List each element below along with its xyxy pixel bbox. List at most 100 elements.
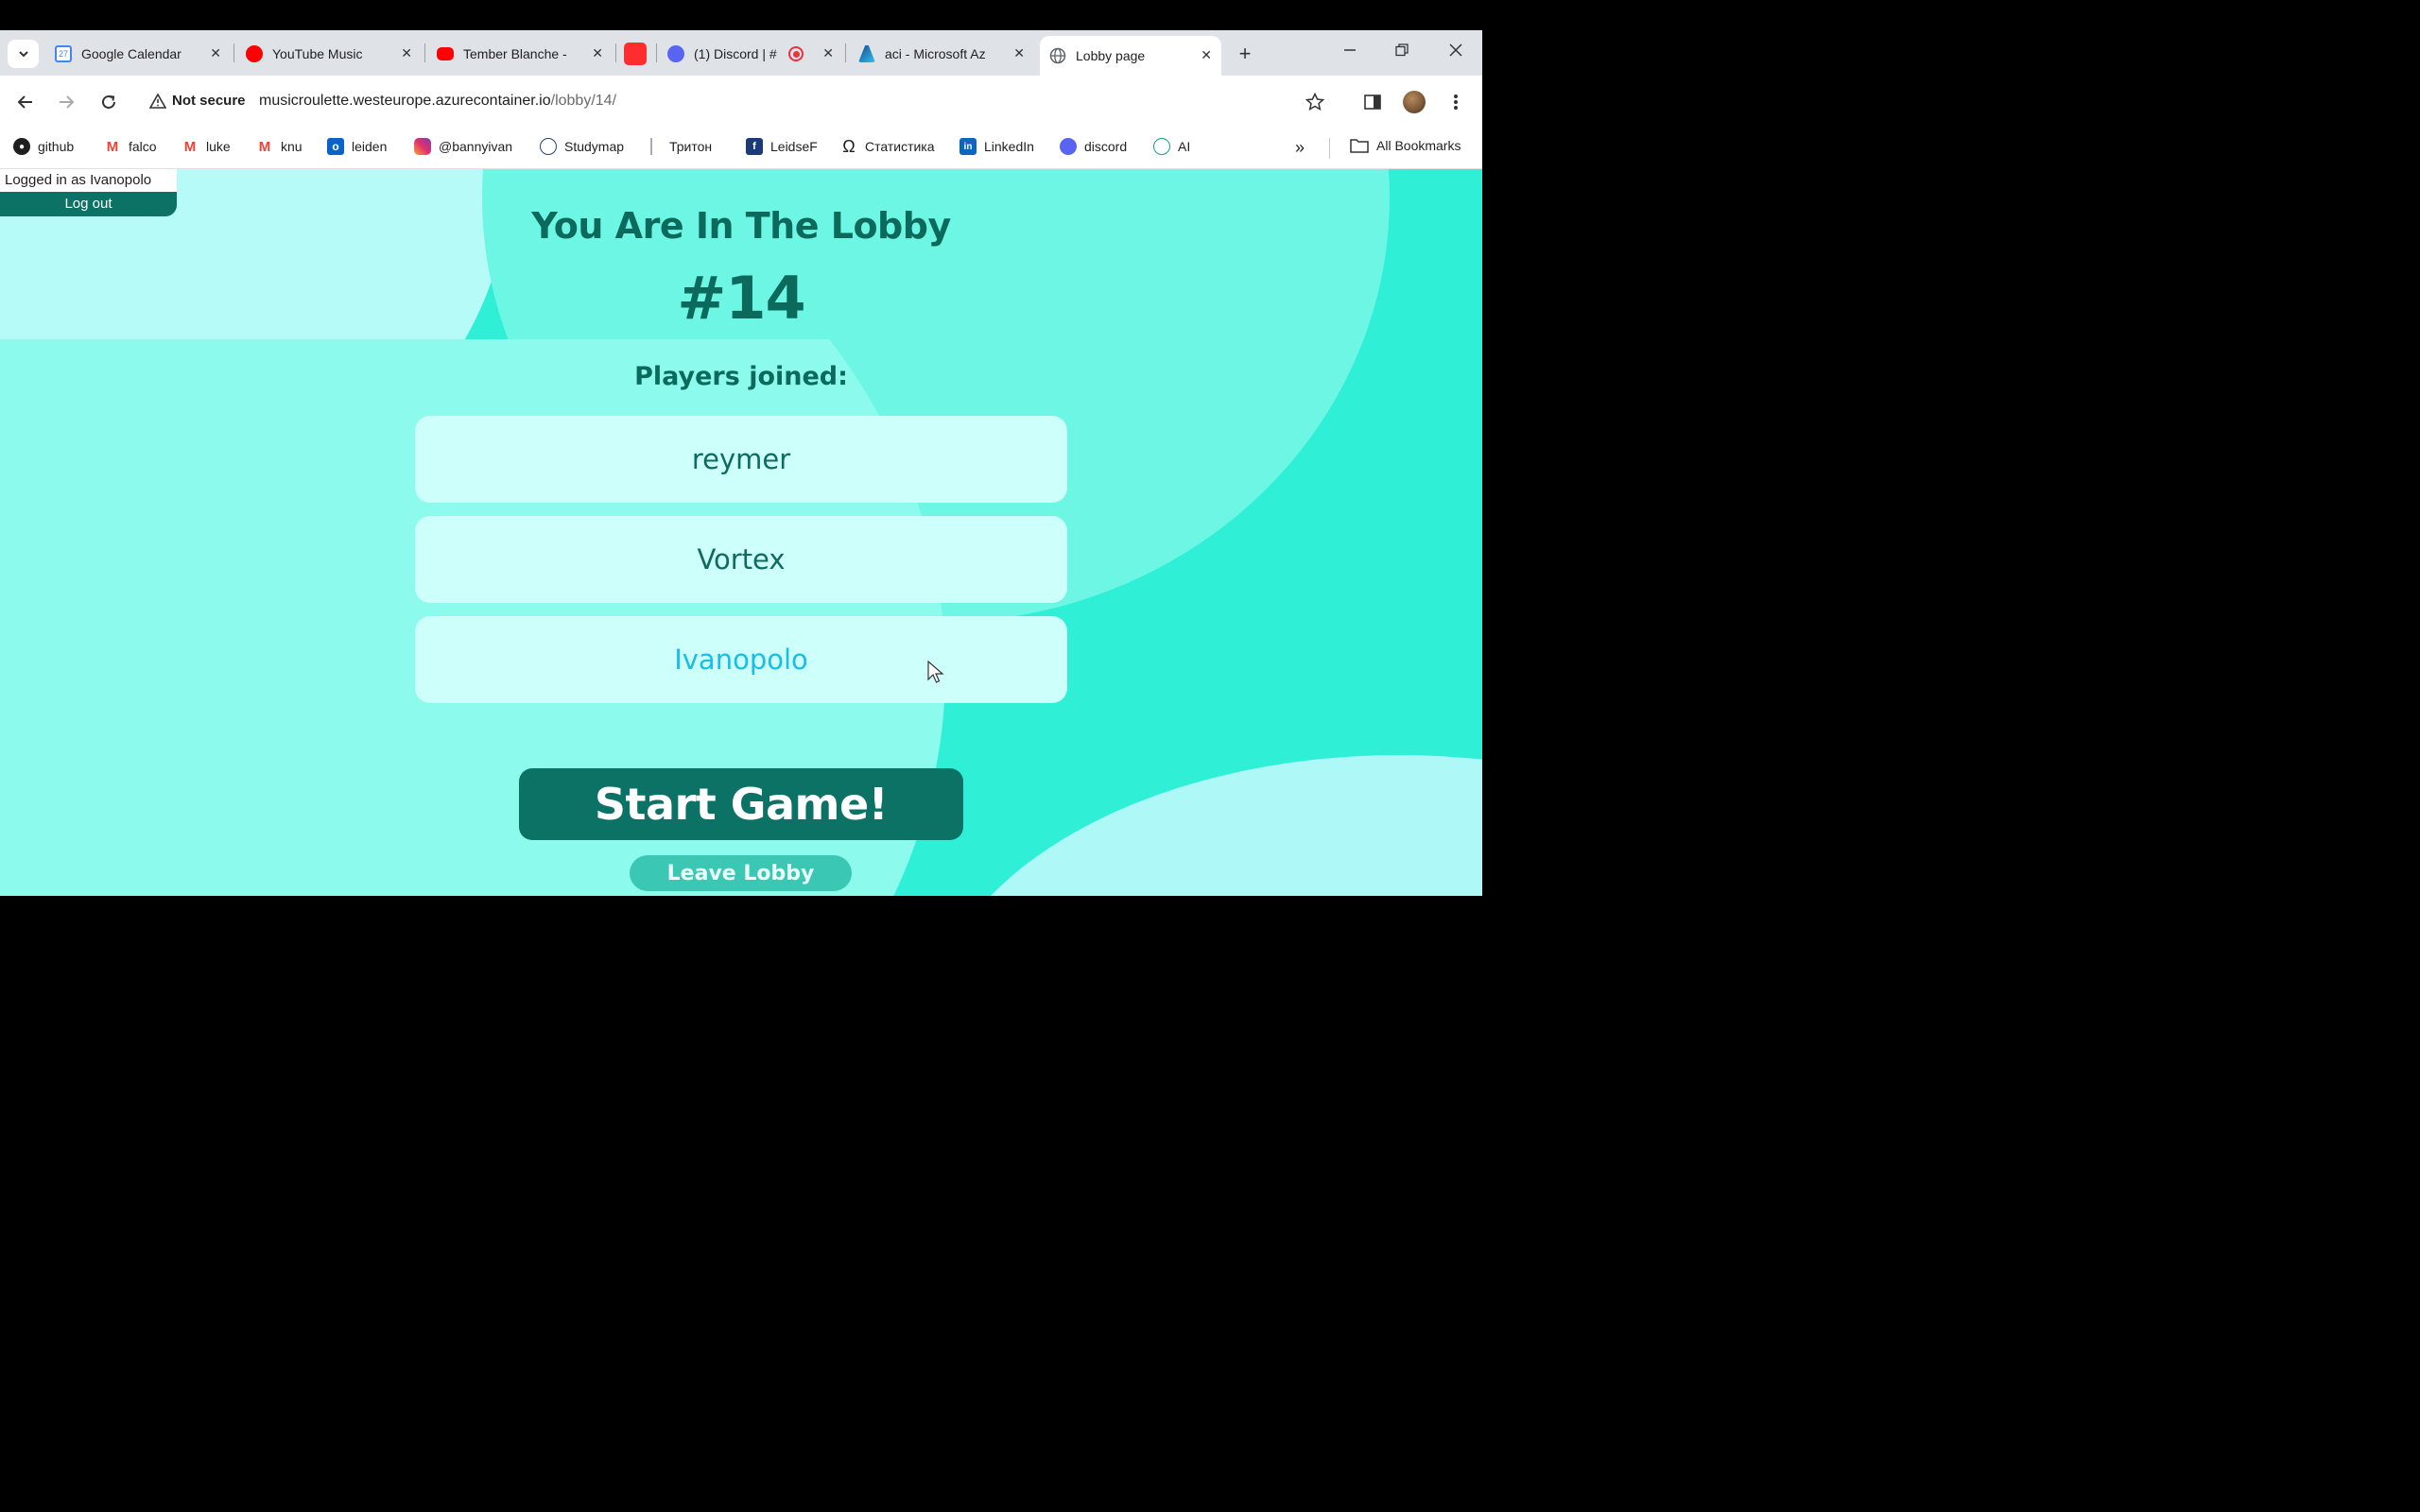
more-bookmarks-button[interactable]: » [1295,138,1305,158]
players-heading: Players joined: [634,362,848,391]
url-host: musicroulette.westeurope.azurecontainer.… [259,93,551,109]
start-game-button[interactable]: Start Game! [519,768,963,840]
tab-pinned-app[interactable] [624,38,648,70]
bookmark-label: LeidseF [770,139,818,154]
page-icon [650,138,662,155]
browser-menu-button[interactable] [1444,91,1467,113]
folder-icon [1350,139,1369,153]
side-panel-button[interactable] [1361,91,1384,113]
tab-title: aci - Microsoft Az [885,46,986,61]
bookmarks-separator [1329,138,1330,159]
youtube-music-icon [246,45,263,62]
bookmark-label: leiden [352,139,388,154]
bookmark-leiden[interactable]: o leiden [327,138,387,155]
lobby-page: Logged in as Ivanopolo Log out You Are I… [0,169,1482,896]
warning-icon [149,93,166,109]
window-close-icon[interactable] [1444,42,1467,61]
bookmark-studymap[interactable]: Studymap [540,138,624,155]
gmail-icon: M [106,138,119,155]
close-icon[interactable]: ✕ [592,45,603,61]
page-title: You Are In The Lobby [531,205,951,247]
mouse-cursor-icon [927,661,944,683]
top-black-bar [0,0,1482,30]
bookmark-github[interactable]: ● github [13,138,74,155]
tab-title: Google Calendar [81,46,182,61]
bookmark-linkedin[interactable]: in LinkedIn [959,138,1034,155]
bookmark-discord[interactable]: discord [1060,138,1127,155]
tab-title: Tember Blanche - [463,46,567,61]
bookmark-falco[interactable]: M falco [104,138,157,155]
linkedin-icon: in [959,138,977,155]
tab-discord[interactable]: (1) Discord | # ✕ [667,38,843,70]
bookmark-label: github [38,139,75,154]
bookmark-label: All Bookmarks [1376,138,1461,153]
bookmark-label: @bannyivan [439,139,513,154]
tab-azure[interactable]: aci - Microsoft Az ✕ [858,38,1034,70]
new-tab-button[interactable]: + [1233,42,1257,66]
tab-separator [424,43,425,62]
outlook-icon: o [327,138,344,155]
tab-title: YouTube Music [272,46,363,61]
tab-separator [845,43,846,62]
bookmark-instagram[interactable]: @bannyivan [414,138,512,155]
tab-title: (1) Discord | # [694,46,777,61]
address-toolbar: Not secure musicroulette.westeurope.azur… [0,76,1482,129]
bookmark-luke[interactable]: M luke [182,138,231,155]
profile-avatar[interactable] [1403,91,1426,113]
url-bar[interactable]: musicroulette.westeurope.azurecontainer.… [259,93,616,110]
tab-search-button[interactable] [8,40,39,68]
bookmark-ai[interactable]: AI [1153,138,1190,155]
globe-icon [1049,47,1066,64]
tab-tember-blanche[interactable]: Tember Blanche - ✕ [437,38,613,70]
app-red-icon [624,43,647,65]
leave-lobby-button[interactable]: Leave Lobby [630,855,852,891]
all-bookmarks-button[interactable]: All Bookmarks [1350,138,1461,153]
bookmark-label: luke [206,139,231,154]
minimize-icon[interactable] [1339,42,1361,61]
discord-icon [1060,138,1077,155]
logged-in-text: Logged in as Ivanopolo [0,169,177,192]
bookmark-label: discord [1084,139,1128,154]
bookmarks-bar: ● github M falco M luke M knu o leiden @… [0,129,1482,169]
omega-icon: Ω [842,136,856,156]
close-icon[interactable]: ✕ [1013,45,1025,61]
tab-separator [615,43,616,62]
close-icon[interactable]: ✕ [210,45,221,61]
azure-icon [858,45,875,62]
studymap-icon [540,138,557,155]
avatar [1403,91,1426,113]
forward-button[interactable] [55,91,78,113]
bookmark-label: Тритон [669,139,713,154]
security-indicator[interactable]: Not secure [149,93,246,109]
tab-youtube-music[interactable]: YouTube Music ✕ [246,38,422,70]
close-icon[interactable]: ✕ [401,45,412,61]
chevron-down-icon [18,51,28,58]
recording-icon [788,46,804,61]
lobby-number: #14 [677,264,805,333]
close-icon[interactable]: ✕ [1201,47,1212,63]
back-button[interactable] [14,91,37,113]
restore-icon[interactable] [1391,42,1413,61]
youtube-icon [437,47,454,60]
bookmark-triton[interactable]: Тритон [650,138,712,155]
url-path: /lobby/14/ [550,93,617,109]
more-vert-icon [1454,94,1458,110]
tab-strip: 27 Google Calendar ✕ YouTube Music ✕ Tem… [0,30,1482,76]
reload-icon [102,94,115,109]
reload-button[interactable] [97,91,120,113]
gmail-icon: M [258,138,271,155]
bookmark-label: Studymap [564,139,625,154]
bookmark-leidsef[interactable]: f LeidseF [746,138,818,155]
openai-icon [1153,138,1170,155]
bookmark-label: AI [1178,139,1191,154]
github-icon: ● [13,138,30,155]
bookmark-statistics[interactable]: Ω Статистика [840,136,934,156]
player-card: Vortex [415,516,1067,603]
discord-icon [667,45,684,62]
bookmark-star-button[interactable] [1304,91,1326,113]
bookmark-knu[interactable]: M knu [256,138,302,155]
tab-lobby-page[interactable]: Lobby page ✕ [1040,36,1221,76]
tab-google-calendar[interactable]: 27 Google Calendar ✕ [55,38,231,70]
tab-title: Lobby page [1076,48,1146,63]
close-icon[interactable]: ✕ [822,45,834,61]
